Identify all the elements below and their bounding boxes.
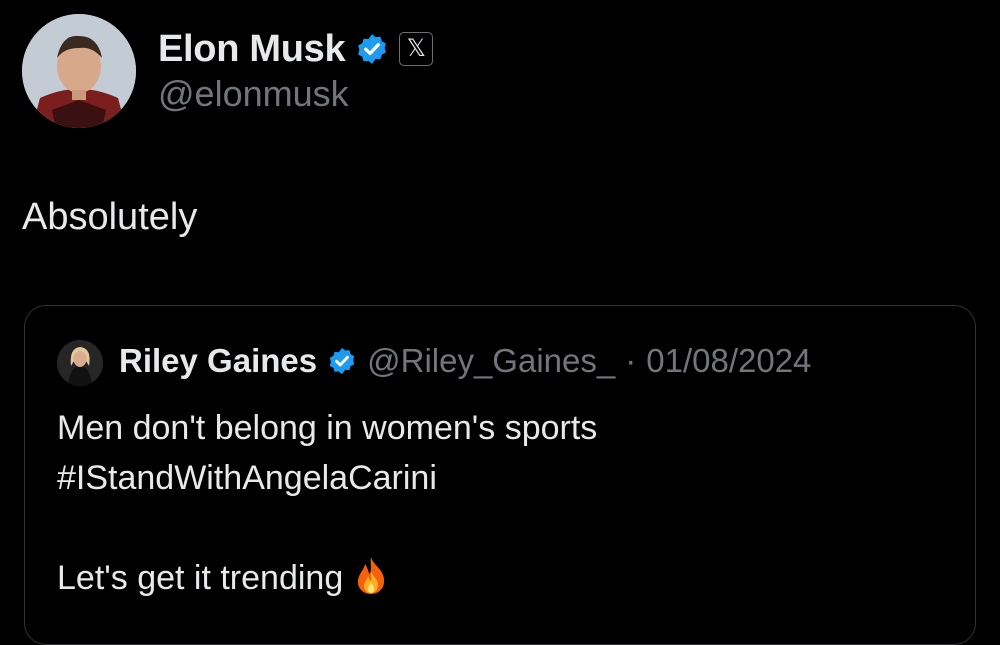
verified-badge-icon <box>355 32 389 66</box>
quoted-author-avatar[interactable] <box>57 340 103 386</box>
tweet-text: Absolutely <box>22 196 198 238</box>
quoted-tweet-line: Men don't belong in women's sports <box>57 409 598 447</box>
author-avatar[interactable] <box>22 14 136 128</box>
author-handle[interactable]: @elonmusk <box>158 72 349 115</box>
author-name-row: Elon Musk 𝕏 <box>158 24 434 74</box>
quoted-tweet-card[interactable]: Riley Gaines @Riley_Gaines_ · 01/08/2024… <box>24 305 976 645</box>
hashtag-link[interactable]: #IStandWithAngelaCarini <box>57 454 597 504</box>
quoted-tweet-line: Let's get it trending <box>57 558 344 597</box>
x-affiliation-badge[interactable]: 𝕏 <box>399 32 434 66</box>
verified-badge-icon <box>327 346 357 376</box>
author-display-name[interactable]: Elon Musk <box>158 30 346 68</box>
quoted-tweet-date[interactable]: 01/08/2024 <box>646 344 811 377</box>
quoted-author-handle[interactable]: @Riley_Gaines_ <box>367 344 615 377</box>
quoted-tweet-header: Riley Gaines @Riley_Gaines_ · 01/08/2024 <box>119 344 811 377</box>
quoted-tweet-line-with-emoji: Let's get it trending <box>57 554 597 604</box>
fire-icon <box>353 555 389 595</box>
separator-dot: · <box>625 342 637 379</box>
quoted-tweet-text: Men don't belong in women's sports #ISta… <box>57 404 597 604</box>
quoted-author-display-name[interactable]: Riley Gaines <box>119 344 317 377</box>
quoted-tweet-blank-line <box>57 504 597 554</box>
